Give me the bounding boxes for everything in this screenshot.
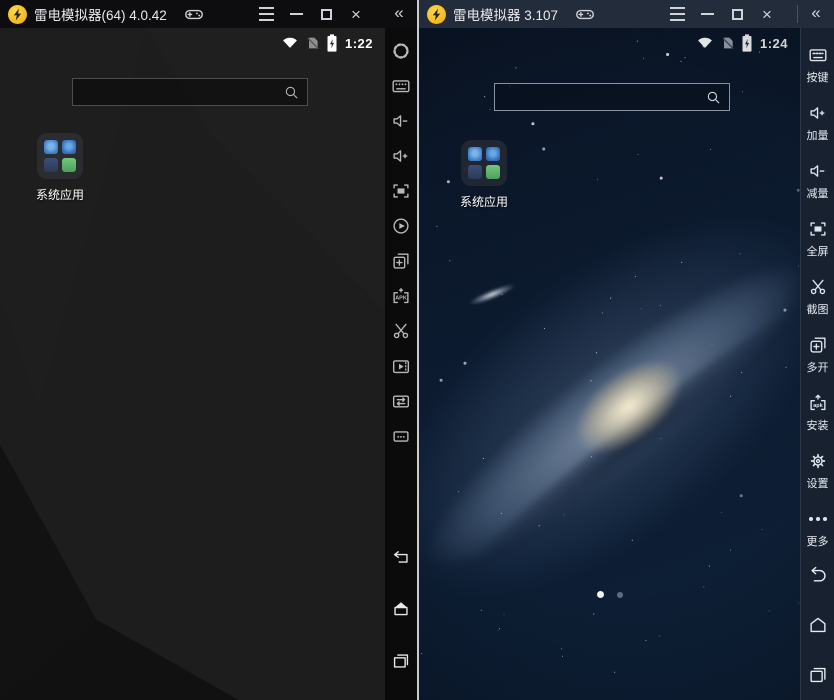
toolbar-sidebar: APK: [385, 28, 417, 700]
folder-label: 系统应用: [36, 186, 84, 203]
clock: 1:22: [345, 36, 373, 51]
fullscreen-icon[interactable]: [386, 173, 416, 208]
ldplayer-logo-icon: [427, 5, 446, 24]
mini-app-icon: [62, 158, 76, 172]
system-apps-folder[interactable]: 系统应用: [452, 140, 516, 210]
volume-down-icon[interactable]: [386, 103, 416, 138]
collapse-sidebar-icon[interactable]: «: [388, 3, 410, 23]
ellipsis-icon: [809, 508, 827, 530]
volume-down-button[interactable]: 减量: [801, 151, 834, 209]
svg-text:APK: APK: [395, 295, 407, 301]
desktop: 雷电模拟器(64) 4.0.42 × «: [0, 0, 834, 700]
status-bar: 1:22: [280, 32, 373, 54]
minimize-button[interactable]: [692, 2, 722, 26]
settings-icon[interactable]: [386, 33, 416, 68]
android-home-screen[interactable]: 1:22 系统应用: [0, 28, 385, 700]
maximize-button[interactable]: [722, 2, 752, 26]
mini-app-icon: [468, 165, 482, 179]
search-input[interactable]: [495, 90, 705, 105]
mini-app-icon: [62, 140, 76, 154]
window-title: 雷电模拟器(64) 4.0.42: [34, 4, 167, 24]
more-icon[interactable]: [386, 418, 416, 453]
back-icon[interactable]: [803, 557, 833, 592]
android-nav-buttons: [803, 557, 833, 700]
titlebar[interactable]: 雷电模拟器(64) 4.0.42 × «: [0, 0, 417, 28]
minimize-button[interactable]: [281, 2, 311, 26]
emulator-window-ldplayer4: 雷电模拟器(64) 4.0.42 × «: [0, 0, 417, 700]
mini-app-icon: [468, 147, 482, 161]
mini-app-icon: [486, 165, 500, 179]
home-icon[interactable]: [803, 607, 833, 642]
no-sim-icon: [720, 34, 736, 52]
titlebar[interactable]: 雷电模拟器 3.107 × «: [419, 0, 834, 28]
search-bar[interactable]: [72, 78, 308, 106]
volume-up-icon[interactable]: [386, 138, 416, 173]
screen-record-icon[interactable]: [386, 348, 416, 383]
gamepad-icon[interactable]: [572, 3, 598, 25]
more-button[interactable]: 更多: [801, 499, 834, 557]
menu-icon[interactable]: [251, 2, 281, 26]
status-bar: 1:24: [695, 32, 788, 54]
home-icon[interactable]: [386, 591, 416, 626]
wifi-icon: [695, 34, 715, 52]
page-dot-active[interactable]: [597, 591, 604, 598]
keymapping-icon[interactable]: [386, 68, 416, 103]
clock: 1:24: [760, 36, 788, 51]
keymapping-button[interactable]: 按键: [801, 35, 834, 93]
apk-install-icon[interactable]: APK: [386, 278, 416, 313]
file-share-icon[interactable]: [386, 383, 416, 418]
settings-button[interactable]: 设置: [801, 441, 834, 499]
multi-instance-button[interactable]: 多开: [801, 325, 834, 383]
collapse-sidebar-icon[interactable]: «: [805, 3, 827, 23]
fullscreen-button[interactable]: 全屏: [801, 209, 834, 267]
volume-up-button[interactable]: 加量: [801, 93, 834, 151]
multi-instance-icon[interactable]: [386, 243, 416, 278]
toolbar-sidebar: 按键 加量 减量 全屏 截图 多开 apk: [800, 28, 834, 700]
mini-app-icon: [44, 140, 58, 154]
apk-install-button[interactable]: apk 安装: [801, 383, 834, 441]
battery-charging-icon: [741, 34, 753, 52]
search-bar[interactable]: [494, 83, 730, 111]
screenshot-icon[interactable]: [386, 313, 416, 348]
android-nav-buttons: [386, 539, 416, 700]
home-page-indicator: [419, 591, 800, 598]
window-title: 雷电模拟器 3.107: [453, 4, 558, 24]
battery-charging-icon: [326, 34, 338, 52]
mini-app-icon: [44, 158, 58, 172]
search-input[interactable]: [73, 85, 283, 100]
ldplayer-logo-icon: [8, 5, 27, 24]
folder-icon[interactable]: [37, 133, 83, 179]
search-icon[interactable]: [705, 89, 722, 106]
recents-icon[interactable]: [803, 657, 833, 692]
page-dot[interactable]: [617, 592, 623, 598]
svg-text:apk: apk: [813, 403, 823, 409]
operation-recorder-icon[interactable]: [386, 208, 416, 243]
screenshot-button[interactable]: 截图: [801, 267, 834, 325]
recents-icon[interactable]: [386, 643, 416, 678]
gamepad-icon[interactable]: [181, 3, 207, 25]
wifi-icon: [280, 34, 300, 52]
maximize-button[interactable]: [311, 2, 341, 26]
menu-icon[interactable]: [662, 2, 692, 26]
system-apps-folder[interactable]: 系统应用: [28, 133, 92, 203]
close-button[interactable]: ×: [341, 2, 371, 26]
android-home-screen[interactable]: 1:24 系统应用: [419, 28, 800, 700]
emulator-window-ldplayer3: 雷电模拟器 3.107 × «: [417, 0, 834, 700]
folder-icon[interactable]: [461, 140, 507, 186]
back-icon[interactable]: [386, 539, 416, 574]
stars: [419, 28, 420, 29]
close-button[interactable]: ×: [752, 2, 782, 26]
no-sim-icon: [305, 34, 321, 52]
folder-label: 系统应用: [460, 193, 508, 210]
mini-app-icon: [486, 147, 500, 161]
search-icon[interactable]: [283, 84, 300, 101]
